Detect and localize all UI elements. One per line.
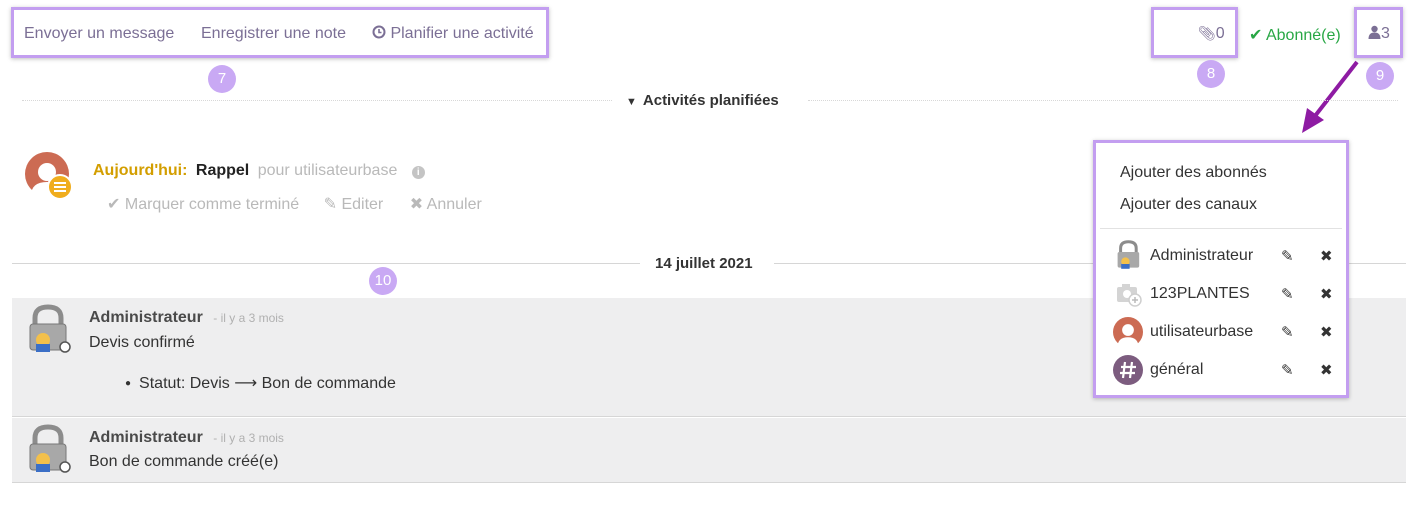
close-icon: ✖ bbox=[409, 196, 424, 213]
activity-actions: ✔ Marquer comme terminé ✎ Editer ✖ Annul… bbox=[107, 194, 482, 214]
add-channels-item[interactable]: Ajouter des canaux bbox=[1120, 196, 1370, 214]
paperclip-icon: 📎︎ bbox=[1198, 25, 1216, 41]
cancel-activity-button[interactable]: ✖ Annuler bbox=[410, 196, 482, 213]
camera-placeholder-icon bbox=[1117, 284, 1142, 307]
edit-activity-button[interactable]: ✎ Editer bbox=[324, 196, 384, 213]
activity-summary: Aujourd'hui: Rappel pour utilisateurbase… bbox=[93, 162, 425, 180]
follow-button[interactable]: ✔ Abonné(e) bbox=[1249, 25, 1341, 45]
edit-follower-pencil-icon[interactable]: ✎ bbox=[1281, 361, 1294, 379]
follower-item: utilisateurbase ✎ ✖ bbox=[1096, 316, 1346, 350]
follower-name[interactable]: 123PLANTES bbox=[1150, 285, 1250, 303]
cancel-activity-label: Annuler bbox=[426, 196, 482, 213]
remove-follower-close-icon[interactable]: ✖ bbox=[1320, 361, 1333, 379]
activities-header[interactable]: ▼ Activités planifiées bbox=[626, 92, 779, 109]
user-icon bbox=[1368, 25, 1381, 39]
mark-done-label: Marquer comme terminé bbox=[124, 196, 300, 213]
follower-item: général ✎ ✖ bbox=[1096, 354, 1346, 388]
follower-name[interactable]: Administrateur bbox=[1150, 247, 1253, 265]
message-divider bbox=[12, 482, 1406, 483]
attachments-count: 0 bbox=[1215, 25, 1225, 42]
info-icon[interactable]: i bbox=[411, 166, 425, 179]
follower-item: Administrateur ✎ ✖ bbox=[1096, 240, 1346, 274]
follower-name[interactable]: utilisateurbase bbox=[1150, 323, 1253, 341]
remove-follower-close-icon[interactable]: ✖ bbox=[1320, 247, 1333, 265]
callout-badge-8: 8 bbox=[1197, 60, 1225, 88]
edit-follower-pencil-icon[interactable]: ✎ bbox=[1281, 247, 1294, 265]
message-author[interactable]: Administrateur bbox=[89, 429, 203, 446]
attachments-button[interactable]: 📎︎0 bbox=[1198, 25, 1225, 43]
edit-follower-pencil-icon[interactable]: ✎ bbox=[1281, 285, 1294, 303]
lock-avatar-icon bbox=[1117, 240, 1140, 269]
followers-count: 3 bbox=[1381, 25, 1390, 42]
callout-arrow bbox=[1302, 60, 1359, 133]
mark-done-button[interactable]: ✔ Marquer comme terminé bbox=[107, 196, 299, 213]
check-icon: ✔ bbox=[1249, 27, 1263, 44]
activities-header-label: Activités planifiées bbox=[642, 92, 779, 109]
edit-follower-pencil-icon[interactable]: ✎ bbox=[1281, 323, 1294, 341]
follow-status-label: Abonné(e) bbox=[1265, 27, 1341, 44]
tracking-new-value: Bon de commande bbox=[261, 375, 396, 392]
followers-button[interactable]: 3 bbox=[1368, 25, 1390, 43]
user-silhouette-icon bbox=[1113, 317, 1143, 347]
lock-avatar-icon bbox=[29, 424, 71, 473]
log-note-button[interactable]: Enregistrer une note bbox=[201, 25, 346, 43]
follower-item: 123PLANTES ✎ ✖ bbox=[1096, 278, 1346, 312]
lock-avatar-icon bbox=[29, 304, 71, 353]
message-body: Bon de commande créé(e) bbox=[89, 453, 279, 470]
message-author[interactable]: Administrateur bbox=[89, 309, 203, 326]
edit-activity-label: Editer bbox=[341, 196, 384, 213]
activities-separator-right bbox=[808, 100, 1398, 101]
message-body: Devis confirmé bbox=[89, 334, 195, 351]
pencil-icon: ✎ bbox=[323, 196, 337, 213]
message-header: Administrateur - il y a 3 mois bbox=[89, 309, 284, 327]
remove-follower-close-icon[interactable]: ✖ bbox=[1320, 285, 1333, 303]
hash-channel-icon bbox=[1113, 355, 1143, 385]
clock-icon bbox=[372, 25, 386, 39]
bullet: ● bbox=[125, 378, 132, 389]
message-header: Administrateur - il y a 3 mois bbox=[89, 429, 284, 447]
tracking-value: ● Statut: Devis ⟶ Bon de commande bbox=[125, 373, 396, 393]
follower-name[interactable]: général bbox=[1150, 361, 1203, 379]
send-message-button[interactable]: Envoyer un message bbox=[24, 25, 174, 43]
dropdown-divider bbox=[1100, 228, 1342, 229]
activities-separator-left bbox=[22, 100, 612, 101]
message-date: - il y a 3 mois bbox=[213, 311, 284, 325]
remove-follower-close-icon[interactable]: ✖ bbox=[1320, 323, 1333, 341]
message-divider bbox=[12, 416, 1406, 417]
message-date: - il y a 3 mois bbox=[213, 431, 284, 445]
add-followers-item[interactable]: Ajouter des abonnés bbox=[1120, 164, 1370, 182]
schedule-activity-label: Planifier une activité bbox=[390, 25, 534, 42]
date-separator-label: 14 juillet 2021 bbox=[655, 255, 753, 272]
activity-type-icon bbox=[47, 174, 73, 200]
activity-type: Rappel bbox=[195, 162, 250, 179]
activity-due: Aujourd'hui: bbox=[93, 162, 188, 179]
callout-box-8 bbox=[1151, 7, 1238, 58]
activity-avatar bbox=[25, 152, 73, 200]
activity-assignee: pour utilisateurbase bbox=[257, 162, 398, 179]
schedule-activity-button[interactable]: Planifier une activité bbox=[372, 25, 534, 43]
arrow-right-icon: ⟶ bbox=[234, 375, 258, 392]
message-item: Administrateur - il y a 3 mois Bon de co… bbox=[12, 418, 1406, 482]
check-icon: ✔ bbox=[107, 196, 121, 213]
date-separator-left bbox=[12, 263, 640, 264]
tracking-field: Statut: Devis bbox=[139, 375, 230, 392]
callout-badge-10: 10 bbox=[369, 267, 397, 295]
callout-badge-7: 7 bbox=[208, 65, 236, 93]
caret-down-icon: ▼ bbox=[626, 96, 637, 108]
followers-dropdown: Ajouter des abonnés Ajouter des canaux A… bbox=[1093, 140, 1349, 398]
